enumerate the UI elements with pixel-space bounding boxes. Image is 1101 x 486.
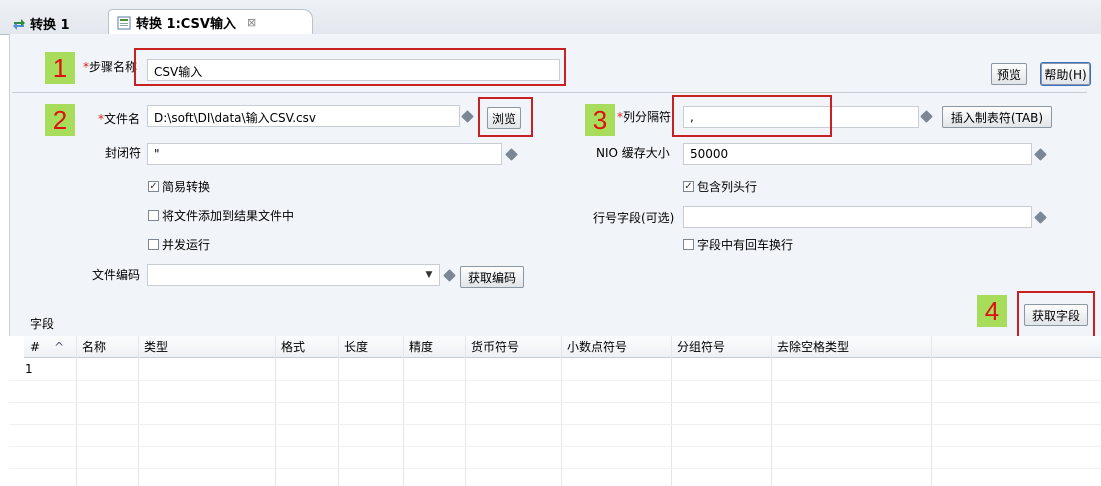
newline-in-field-checkbox[interactable]: 字段中有回车换行: [683, 236, 793, 253]
column-header-index[interactable]: # ^: [24, 336, 76, 358]
tab-label: 转换 1:CSV输入: [136, 17, 236, 32]
encoding-label: 文件编码: [92, 268, 141, 282]
tab-csv-input[interactable]: 转换 1:CSV输入 ⊠: [108, 9, 313, 35]
close-icon[interactable]: ⊠: [247, 16, 256, 29]
tab-transform-1[interactable]: 转换 1: [12, 14, 70, 33]
column-divider: [465, 336, 466, 486]
header-row-checkbox[interactable]: ✓ 包含列头行: [683, 178, 757, 195]
column-header-name[interactable]: 名称: [76, 336, 138, 358]
checkbox-checked-icon: ✓: [148, 181, 159, 192]
column-divider: [275, 336, 276, 486]
column-divider: [931, 336, 932, 486]
fields-table[interactable]: # ^ 名称 类型 格式 长度 精度 货币符号 小数点符号 分组符号 去除空格类型…: [9, 336, 1101, 486]
highlight-box-3: [672, 95, 832, 137]
row-divider: [9, 402, 1101, 403]
column-header-grouping[interactable]: 分组符号: [671, 336, 771, 358]
fields-section-label: 字段: [30, 317, 55, 331]
marker-2: 2: [45, 104, 75, 136]
column-divider: [76, 336, 77, 486]
column-divider: [671, 336, 672, 486]
column-header-filler: [931, 336, 1101, 358]
row-number-field-input[interactable]: [683, 206, 1032, 228]
parallel-run-checkbox[interactable]: 并发运行: [148, 236, 210, 253]
nio-buffer-input[interactable]: 50000: [683, 143, 1032, 165]
marker-3: 3: [585, 104, 615, 136]
tab-bar: 转换 1 转换 1:CSV输入 ⊠: [0, 0, 1101, 35]
column-header-currency[interactable]: 货币符号: [465, 336, 561, 358]
nio-buffer-label: NIO 缓存大小: [596, 146, 670, 160]
row-divider: [9, 380, 1101, 381]
enclosure-label: 封闭符: [105, 146, 142, 160]
step-name-label: *步骤名称: [83, 60, 138, 74]
row-divider: [9, 424, 1101, 425]
sort-ascending-icon: ^: [54, 340, 65, 354]
lazy-conversion-checkbox[interactable]: ✓ 简易转换: [148, 178, 210, 195]
highlight-box-1: [134, 48, 566, 86]
add-to-result-checkbox[interactable]: 将文件添加到结果文件中: [148, 207, 294, 224]
column-divider: [338, 336, 339, 486]
transform-icon: [13, 18, 25, 30]
get-fields-button[interactable]: 获取字段: [1024, 304, 1088, 326]
row-number-field-label: 行号字段(可选): [593, 211, 675, 225]
csv-file-icon: [117, 16, 131, 29]
checkbox-unchecked-icon: [148, 239, 159, 250]
chevron-down-icon[interactable]: ▼: [420, 268, 438, 282]
enclosure-input[interactable]: ": [147, 143, 502, 165]
preview-button[interactable]: 预览: [991, 63, 1027, 85]
column-header-decimal[interactable]: 小数点符号: [561, 336, 671, 358]
marker-4: 4: [977, 295, 1007, 327]
row-divider: [9, 468, 1101, 469]
column-header-precision[interactable]: 精度: [403, 336, 465, 358]
get-encoding-button[interactable]: 获取编码: [460, 266, 524, 288]
column-header-length[interactable]: 长度: [338, 336, 403, 358]
column-header-format[interactable]: 格式: [275, 336, 338, 358]
column-header-trim-type[interactable]: 去除空格类型: [771, 336, 931, 358]
column-divider: [138, 336, 139, 486]
row-divider: [9, 446, 1101, 447]
table-row-index[interactable]: 1: [25, 362, 33, 376]
separator: [12, 92, 1087, 93]
checkbox-checked-icon: ✓: [683, 181, 694, 192]
encoding-select[interactable]: [147, 264, 440, 286]
column-header-type[interactable]: 类型: [138, 336, 275, 358]
highlight-box-2: [478, 97, 533, 137]
filename-input[interactable]: D:\soft\DI\data\输入CSV.csv: [147, 105, 460, 127]
help-button[interactable]: 帮助(H): [1040, 62, 1091, 86]
column-divider: [771, 336, 772, 486]
tab-label: 转换 1: [30, 18, 70, 33]
column-divider: [403, 336, 404, 486]
insert-tab-button[interactable]: 插入制表符(TAB): [942, 106, 1052, 128]
checkbox-unchecked-icon: [683, 239, 694, 250]
marker-1: 1: [45, 52, 75, 84]
checkbox-unchecked-icon: [148, 210, 159, 221]
delimiter-label: *列分隔符: [617, 110, 672, 124]
column-divider: [561, 336, 562, 486]
filename-label: *文件名: [98, 112, 141, 126]
